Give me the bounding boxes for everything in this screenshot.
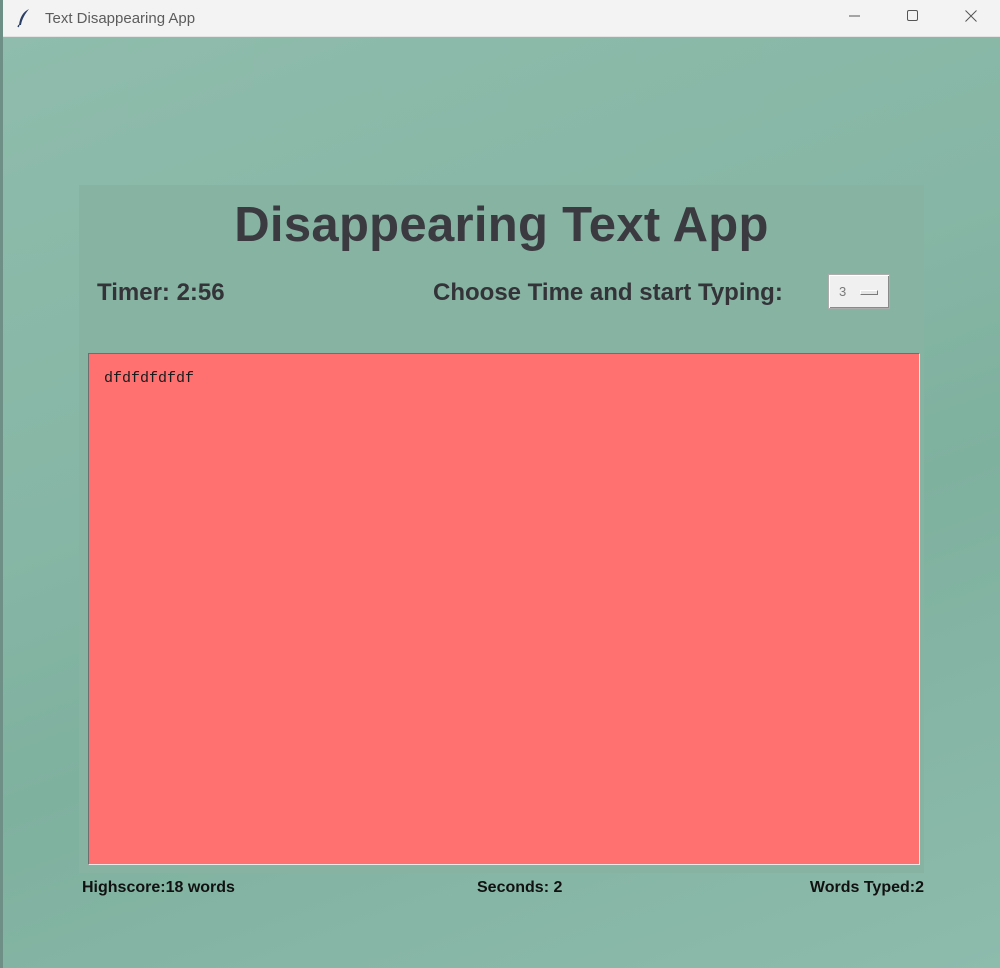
app-heading: Disappearing Text App [234, 198, 769, 252]
feather-icon [13, 7, 35, 29]
title-bar[interactable]: Text Disappearing App [3, 0, 1000, 37]
seconds-label: Seconds: 2 [477, 879, 563, 896]
minimize-icon [849, 9, 861, 27]
maximize-icon [907, 9, 919, 27]
choose-time-label: Choose Time and start Typing: [433, 279, 783, 306]
maximize-button[interactable] [884, 0, 942, 36]
highscore-label: Highscore:18 words [82, 879, 235, 896]
close-button[interactable] [942, 0, 1000, 36]
words-typed-label: Words Typed:2 [809, 879, 924, 896]
app-window: Text Disappearing App Disappearing Text … [0, 0, 1000, 968]
option-menu-indicator-icon [860, 290, 878, 295]
window-client-area: Disappearing Text App Timer: 2:56 Choose… [3, 37, 1000, 968]
window-controls [826, 0, 1000, 36]
timer-label: Timer: 2:56 [97, 279, 225, 306]
close-icon [965, 9, 977, 27]
main-panel: Disappearing Text App Timer: 2:56 Choose… [79, 185, 924, 896]
window-title: Text Disappearing App [45, 9, 196, 27]
minimize-button[interactable] [826, 0, 884, 36]
time-option-menu[interactable]: 3 [828, 274, 890, 309]
time-option-value: 3 [839, 284, 847, 299]
typing-text-area[interactable]: dfdfdfdfdf [88, 353, 920, 865]
